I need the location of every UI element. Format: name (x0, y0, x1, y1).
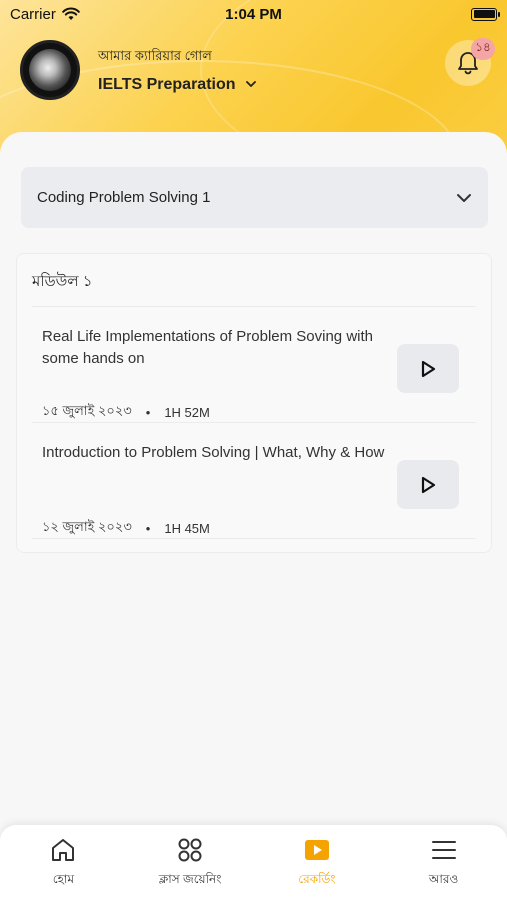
divider (32, 422, 476, 423)
tab-more[interactable]: আরও (380, 825, 507, 900)
lesson-date: ১৫ জুলাই ২০২৩ (42, 403, 132, 418)
notification-button[interactable]: ১৪ (445, 38, 495, 86)
meta-separator: • (145, 521, 151, 536)
home-icon (52, 839, 75, 861)
meta-separator: • (145, 405, 151, 420)
divider (32, 306, 476, 307)
tab-home[interactable]: হোম (0, 825, 127, 900)
bottom-tab-bar: হোম ক্লাস জয়েনিং রেকর্ডিং আরও (0, 825, 507, 900)
tab-more-label: আরও (428, 872, 459, 886)
status-bar: Carrier 1:04 PM (0, 0, 507, 28)
carrier-label: Carrier (10, 5, 56, 23)
divider (32, 538, 476, 539)
play-button[interactable] (397, 460, 459, 509)
play-icon (421, 476, 436, 493)
play-square-icon (304, 840, 329, 860)
lesson-duration: 1H 45M (164, 521, 210, 536)
main-content: Coding Problem Solving 1 মডিউল ১ Real Li… (0, 132, 507, 900)
lesson-date: ১২ জুলাই ২০২৩ (42, 519, 132, 534)
module-card: মডিউল ১ Real Life Implementations of Pro… (16, 253, 492, 553)
profile-section[interactable]: আমার ক্যারিয়ার গোল IELTS Preparation (20, 40, 256, 100)
notification-badge: ১৪ (471, 38, 495, 60)
lesson-item[interactable]: Introduction to Problem Solving | What, … (42, 442, 472, 546)
tab-class-joining-label: ক্লাস জয়েনিং (158, 872, 222, 886)
lesson-duration: 1H 52M (164, 405, 210, 420)
battery-icon (471, 7, 500, 21)
play-button[interactable] (397, 344, 459, 393)
lesson-title: Introduction to Problem Solving | What, … (42, 444, 385, 461)
chevron-down-icon (457, 193, 471, 202)
tab-home-label: হোম (52, 872, 75, 886)
grid-circles-icon (178, 838, 202, 862)
module-title: মডিউল ১ (32, 273, 93, 290)
wifi-icon (62, 7, 80, 20)
play-icon (421, 360, 436, 377)
goal-title: IELTS Preparation (98, 75, 236, 93)
tab-class-joining[interactable]: ক্লাস জয়েনিং (127, 825, 254, 900)
goal-subtitle: আমার ক্যারিয়ার গোল (98, 47, 212, 63)
course-selector-value: Coding Problem Solving 1 (37, 189, 211, 206)
lesson-title: Real Life Implementations of Problem Sov… (42, 328, 373, 367)
tab-recording[interactable]: রেকর্ডিং (254, 825, 381, 900)
avatar[interactable] (20, 40, 80, 100)
menu-icon (431, 841, 456, 859)
chevron-down-icon (245, 81, 256, 87)
goal-selector[interactable]: IELTS Preparation (98, 76, 256, 94)
course-selector[interactable]: Coding Problem Solving 1 (21, 167, 488, 228)
lesson-item[interactable]: Real Life Implementations of Problem Sov… (42, 326, 472, 430)
tab-recording-label: রেকর্ডিং (298, 872, 336, 886)
